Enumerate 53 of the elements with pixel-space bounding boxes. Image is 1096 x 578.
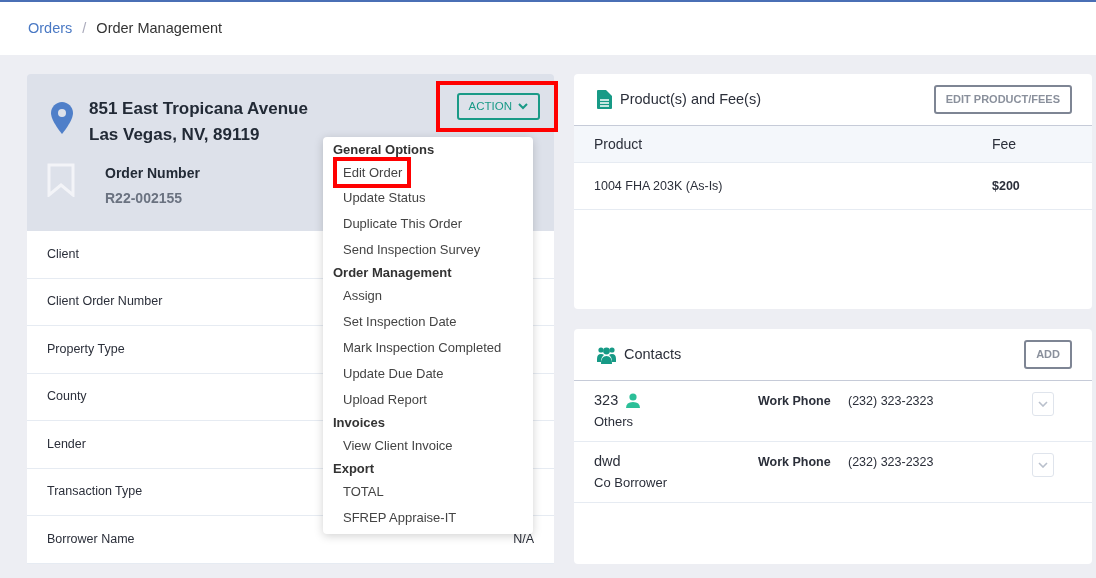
contact-name: dwd [594, 452, 621, 471]
phone-number: (232) 323-2323 [848, 454, 935, 471]
menu-section-header: General Options [332, 141, 436, 159]
field-label: Borrower Name [47, 530, 135, 548]
field-label: Property Type [47, 340, 125, 358]
menu-section-header: Export [332, 460, 376, 478]
people-icon [597, 345, 616, 364]
phone-label: Work Phone [758, 393, 832, 410]
menu-item[interactable]: Send Inspection Survey [323, 237, 533, 263]
order-number: R22-002155 [105, 189, 184, 208]
menu-item[interactable]: TOTAL [323, 479, 533, 505]
breadcrumb-separator: / [82, 18, 87, 38]
column-header: Product [594, 134, 644, 154]
field-label: Lender [47, 435, 86, 453]
location-pin-icon [51, 102, 73, 134]
menu-item[interactable]: Upload Report [323, 387, 533, 413]
breadcrumb-current: Order Management [96, 18, 223, 38]
field-label: Client [47, 245, 79, 263]
menu-item[interactable]: SFREP Appraise-IT [323, 505, 533, 531]
menu-item[interactable]: Duplicate This Order [323, 211, 533, 237]
column-header: Fee [992, 134, 1018, 154]
menu-section-header: Order Management [332, 264, 453, 282]
address-line: 851 East Tropicana Avenue [89, 98, 308, 120]
field-value: N/A [513, 530, 534, 548]
table-cell-text: 1004 FHA 203K (As-Is) [594, 177, 724, 195]
contact-role: Co Borrower [594, 473, 668, 492]
contact-role: Others [594, 412, 634, 431]
menu-item[interactable]: Assign [323, 283, 533, 309]
chevron-down-icon [518, 103, 528, 111]
menu-item[interactable]: Update Status [323, 185, 533, 211]
menu-item[interactable]: Mark Inspection Completed [323, 335, 533, 361]
document-icon [597, 90, 612, 109]
contact-name: 323 [594, 391, 619, 410]
highlighted-menu-item[interactable]: Edit Order [333, 157, 412, 188]
address-line: Las Vegas, NV, 89119 [89, 123, 261, 146]
field-label: County [47, 388, 87, 406]
menu-item[interactable]: Update Due Date [323, 361, 533, 387]
order-number-label: Order Number [105, 164, 200, 183]
menu-section-header: Invoices [332, 414, 387, 432]
menu-item[interactable]: Set Inspection Date [323, 309, 533, 335]
expand-button[interactable] [1032, 453, 1054, 477]
phone-label: Work Phone [758, 454, 832, 471]
menu-item[interactable]: View Client Invoice [323, 433, 533, 459]
chevron-down-icon [1038, 462, 1048, 468]
field-label: Transaction Type [47, 483, 143, 501]
chevron-down-icon [1038, 401, 1048, 407]
phone-number: (232) 323-2323 [848, 393, 935, 410]
field-label: Client Order Number [47, 293, 163, 311]
card-title: Contacts [624, 344, 682, 364]
table-cell-text: $200 [992, 177, 1021, 195]
card-title: Product(s) and Fee(s) [620, 89, 762, 109]
expand-button[interactable] [1032, 392, 1054, 416]
breadcrumb-link[interactable]: Orders [28, 17, 73, 40]
